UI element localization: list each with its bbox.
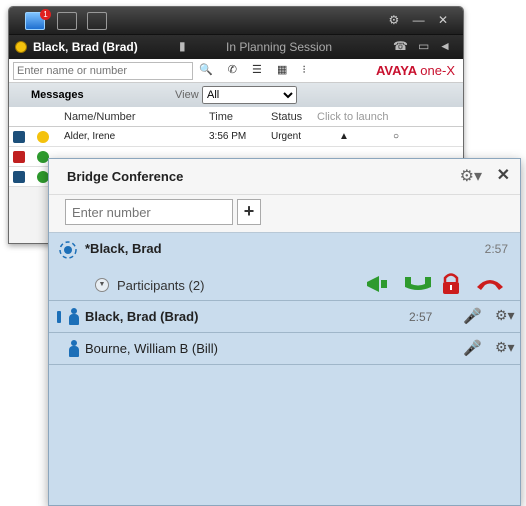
status-message: In Planning Session [226, 40, 333, 54]
row-time: 3:56 PM [209, 131, 247, 142]
tab-contacts[interactable] [57, 12, 77, 30]
megaphone-icon[interactable] [365, 275, 395, 293]
chevron-down-icon[interactable]: ▼ [95, 278, 109, 292]
handset-icon[interactable]: ☎ [393, 39, 408, 53]
search-tools[interactable]: 🔍 ✆ ☰ ▦ ⁝ [199, 63, 312, 76]
lock-icon[interactable] [441, 272, 461, 296]
add-button[interactable]: + [237, 199, 261, 225]
microphone-icon[interactable]: 🎤 [463, 339, 482, 357]
gear-icon[interactable]: ⚙▾ [460, 166, 482, 186]
col-status[interactable]: Status [271, 111, 302, 123]
hold-icon[interactable] [403, 275, 433, 293]
active-indicator [57, 311, 61, 323]
col-name[interactable]: Name/Number [64, 111, 136, 123]
notification-badge: 1 [40, 9, 51, 20]
col-launch[interactable]: Click to launch [317, 111, 389, 123]
participants-row: ▼ Participants (2) [49, 267, 520, 301]
phone-icon[interactable]: ▮ [179, 39, 186, 53]
search-input[interactable] [13, 62, 193, 80]
presence-icon [37, 131, 49, 143]
table-row[interactable]: Alder, Irene 3:56 PM Urgent ▲ ○ [9, 127, 463, 147]
conference-row[interactable]: *Black, Brad 2:57 [49, 233, 520, 267]
bridge-conference-window: Bridge Conference ⚙▾ ✕ + *Black, Brad 2:… [48, 158, 521, 506]
status-bar: Black, Brad (Brad) ▮ In Planning Session… [9, 35, 463, 59]
col-time[interactable]: Time [209, 111, 233, 123]
avaya-logo: AVAYA one-X [376, 63, 455, 78]
logo-product: one-X [420, 63, 455, 78]
chat-icon[interactable]: ○ [393, 131, 399, 142]
tab-history[interactable] [87, 12, 107, 30]
person-icon[interactable]: ▲ [339, 131, 349, 142]
conference-timer: 2:57 [484, 242, 508, 256]
view-select[interactable]: All [202, 86, 297, 104]
dial-row: + [49, 195, 520, 233]
title-bar: 1 ⚙ — ✕ [9, 7, 463, 35]
phone-icon [13, 131, 25, 143]
messages-label: Messages [31, 89, 84, 101]
person-icon [69, 308, 79, 326]
row-status: Urgent [271, 131, 302, 142]
participant-row[interactable]: Bourne, William B (Bill) 🎤 ⚙▾ [49, 333, 520, 365]
participant-time: 2:57 [409, 310, 433, 324]
microphone-icon[interactable]: 🎤 [463, 307, 482, 325]
phone-icon [13, 171, 25, 183]
view-label: View [175, 89, 199, 101]
gear-icon[interactable]: ⚙▾ [495, 307, 515, 324]
presence-icon [15, 41, 27, 53]
conference-icon [59, 241, 77, 259]
video-icon[interactable]: ▭ [418, 39, 429, 53]
window-controls[interactable]: ⚙ — ✕ [389, 13, 453, 27]
search-row: 🔍 ✆ ☰ ▦ ⁝ AVAYA one-X [9, 59, 463, 83]
row-name: Alder, Irene [64, 131, 116, 142]
person-icon [69, 340, 79, 358]
number-input[interactable] [65, 199, 233, 225]
hangup-icon[interactable] [475, 277, 505, 291]
table-header: Name/Number Time Status Click to launch [9, 107, 463, 127]
bridge-title: Bridge Conference [67, 169, 184, 184]
user-name: Black, Brad (Brad) [33, 40, 138, 54]
bridge-header: Bridge Conference ⚙▾ ✕ [49, 159, 520, 195]
gear-icon[interactable]: ⚙▾ [495, 339, 515, 356]
close-icon[interactable]: ✕ [497, 165, 510, 185]
logo-avaya: AVAYA [375, 63, 417, 78]
participant-name: Bourne, William B (Bill) [85, 341, 218, 356]
participant-name: Black, Brad (Brad) [85, 309, 199, 324]
participant-row[interactable]: Black, Brad (Brad) 2:57 🎤 ⚙▾ [49, 301, 520, 333]
messages-header: Messages View All [9, 83, 463, 107]
participants-label: Participants (2) [117, 278, 205, 293]
volume-icon[interactable]: ◄ [439, 39, 451, 53]
conference-name: *Black, Brad [85, 241, 162, 256]
phone-icon [13, 151, 25, 163]
